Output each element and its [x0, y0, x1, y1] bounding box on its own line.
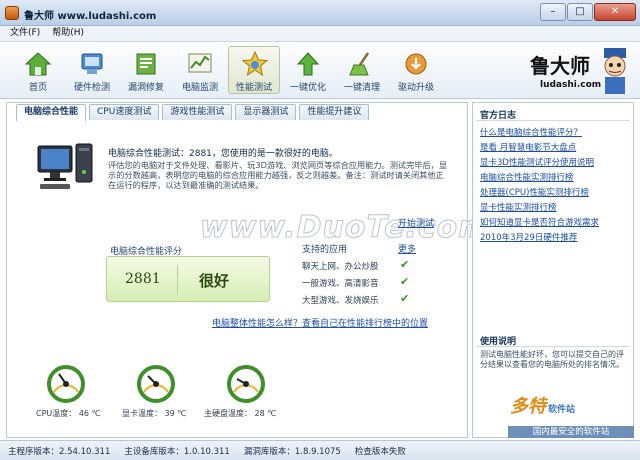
score-divider: [177, 265, 178, 295]
version-check-status: 检查版本失败: [354, 446, 406, 457]
check-icon: ✔: [400, 275, 410, 288]
supported-app-item: 一般游戏、高清影音: [302, 279, 379, 289]
cpu-temp-gauge-icon: [47, 365, 85, 403]
maximize-button[interactable]: □: [567, 3, 593, 21]
watermark: www.DuoTe.com: [200, 210, 491, 246]
supported-app-item: 聊天上网、办公炒股: [302, 262, 379, 272]
supported-apps-title: 支持的应用: [302, 245, 348, 255]
star-performance-icon: [241, 51, 269, 77]
news-link[interactable]: 显卡性能实测排行榜: [480, 201, 557, 213]
more-link[interactable]: 更多: [398, 242, 416, 255]
brand-url: ludashi.com: [540, 80, 602, 90]
home-icon: [24, 52, 52, 76]
tab-cpu-speed[interactable]: CPU速度测试: [89, 104, 160, 120]
tab-improvement-tips[interactable]: 性能提升建议: [299, 104, 370, 120]
start-test-link[interactable]: 开始测试: [398, 216, 434, 229]
toolbar-patch-fix[interactable]: 漏洞修复: [120, 47, 172, 95]
device-db-version: 主设备库版本：1.0.10.311: [124, 446, 230, 457]
brand-logo-text: 鲁大师: [530, 54, 590, 78]
broom-clean-icon: [349, 52, 370, 76]
disk-temp-label: 主硬盘温度：: [204, 409, 252, 418]
toolbar-pc-monitor[interactable]: 电脑监测: [174, 47, 226, 95]
site-banner: 国内最安全的软件站: [508, 426, 634, 438]
app-logo-icon: [5, 6, 19, 20]
gpu-temp-reading: 显卡温度： 39 ℃: [122, 408, 186, 419]
driver-update-icon: [405, 53, 427, 75]
score-box: 2881 很好: [106, 256, 270, 302]
disk-temp-value: 28 ℃: [254, 409, 277, 418]
tab-game-performance[interactable]: 游戏性能测试: [162, 104, 233, 120]
main-version: 主程序版本：2.54.10.311: [8, 446, 111, 457]
help-text: 测试电脑性能好坏，您可以提交自己的评分结果以查看您的电脑所处的排名情况。: [480, 350, 624, 369]
status-bar: 主程序版本：2.54.10.311 主设备库版本：1.0.10.311 漏洞库版…: [0, 440, 640, 460]
score-value: 2881: [125, 271, 161, 287]
site-logo: 多特 软件站: [510, 392, 575, 418]
score-summary: 电脑综合性能测试：2881，您使用的是一款很好的电脑。: [108, 149, 338, 159]
check-icon: ✔: [400, 258, 410, 271]
site-logo-small: 软件站: [548, 405, 576, 415]
menu-file[interactable]: 文件(F): [10, 26, 40, 41]
news-link[interactable]: 如何知道显卡是否符合游戏需求: [480, 216, 599, 228]
score-level: 很好: [199, 272, 230, 290]
hardware-detect-icon: [81, 53, 103, 74]
gpu-temp-label: 显卡温度：: [122, 409, 162, 418]
disk-temp-reading: 主硬盘温度： 28 ℃: [204, 408, 276, 419]
toolbar-one-click-optimize[interactable]: 一键优化: [282, 47, 334, 95]
computer-icon: [37, 143, 93, 189]
vuln-db-version: 漏洞库版本：1.8.9.1075: [243, 446, 341, 457]
menu-bar: 文件(F) 帮助(H): [0, 26, 640, 42]
performance-tabs: 电脑综合性能 CPU速度测试 游戏性能测试 显示器测试 性能提升建议: [6, 104, 370, 121]
mascot-icon: [604, 48, 626, 94]
minimize-button[interactable]: –: [540, 3, 566, 21]
window-title: 鲁大师 www.ludashi.com: [24, 11, 157, 22]
supported-app-item: 大型游戏、发烧娱乐: [302, 296, 379, 306]
tab-overall-performance[interactable]: 电脑综合性能: [16, 104, 87, 121]
news-link[interactable]: 电脑综合性能实测排行榜: [480, 171, 574, 183]
site-logo-text: 多特: [510, 396, 546, 417]
gpu-temp-gauge-icon: [137, 365, 175, 403]
menu-help[interactable]: 帮助(H): [52, 26, 84, 41]
toolbar-performance-test[interactable]: 性能测试: [228, 46, 280, 94]
tab-display-test[interactable]: 显示器测试: [235, 104, 297, 120]
check-icon: ✔: [400, 292, 410, 305]
test-description: 评估您的电脑对于文件处理、看影片、玩3D游戏、浏览网页等综合应用能力。测试完毕后…: [108, 160, 448, 190]
optimize-arrow-icon: [296, 52, 320, 76]
patch-fix-icon: [136, 53, 156, 75]
cpu-temp-reading: CPU温度： 46 ℃: [36, 408, 101, 419]
ranking-link[interactable]: 电脑整体性能怎么样？查看自己在性能排行榜中的位置: [212, 316, 428, 329]
news-link[interactable]: 显卡3D性能测试评分使用说明: [480, 156, 594, 168]
sidebar-divider: [476, 120, 630, 121]
window-controls: – □ ✕: [540, 3, 636, 21]
cpu-temp-value: 46 ℃: [78, 409, 101, 418]
disk-temp-gauge-icon: [227, 365, 265, 403]
title-bar: 鲁大师 www.ludashi.com – □ ✕: [0, 0, 640, 26]
news-link[interactable]: 处理器(CPU)性能实测排行榜: [480, 186, 589, 198]
close-button[interactable]: ✕: [594, 3, 636, 21]
news-link[interactable]: 2010年3月29日硬件推荐: [480, 231, 577, 243]
monitor-chart-icon: [188, 53, 212, 73]
cpu-temp-label: CPU温度：: [36, 409, 77, 418]
gpu-temp-value: 39 ℃: [164, 409, 187, 418]
toolbar-hardware-detect[interactable]: 硬件检测: [66, 47, 118, 95]
news-link[interactable]: 什么是电脑综合性能评分？: [480, 126, 582, 138]
toolbar-one-click-clean[interactable]: 一键清理: [336, 47, 388, 95]
toolbar-home[interactable]: 首页: [12, 47, 64, 95]
sidebar-divider: [476, 346, 630, 347]
news-link[interactable]: 是看 月智慧电影节大盘点: [480, 141, 576, 153]
toolbar-driver-update[interactable]: 驱动升级: [390, 47, 442, 95]
